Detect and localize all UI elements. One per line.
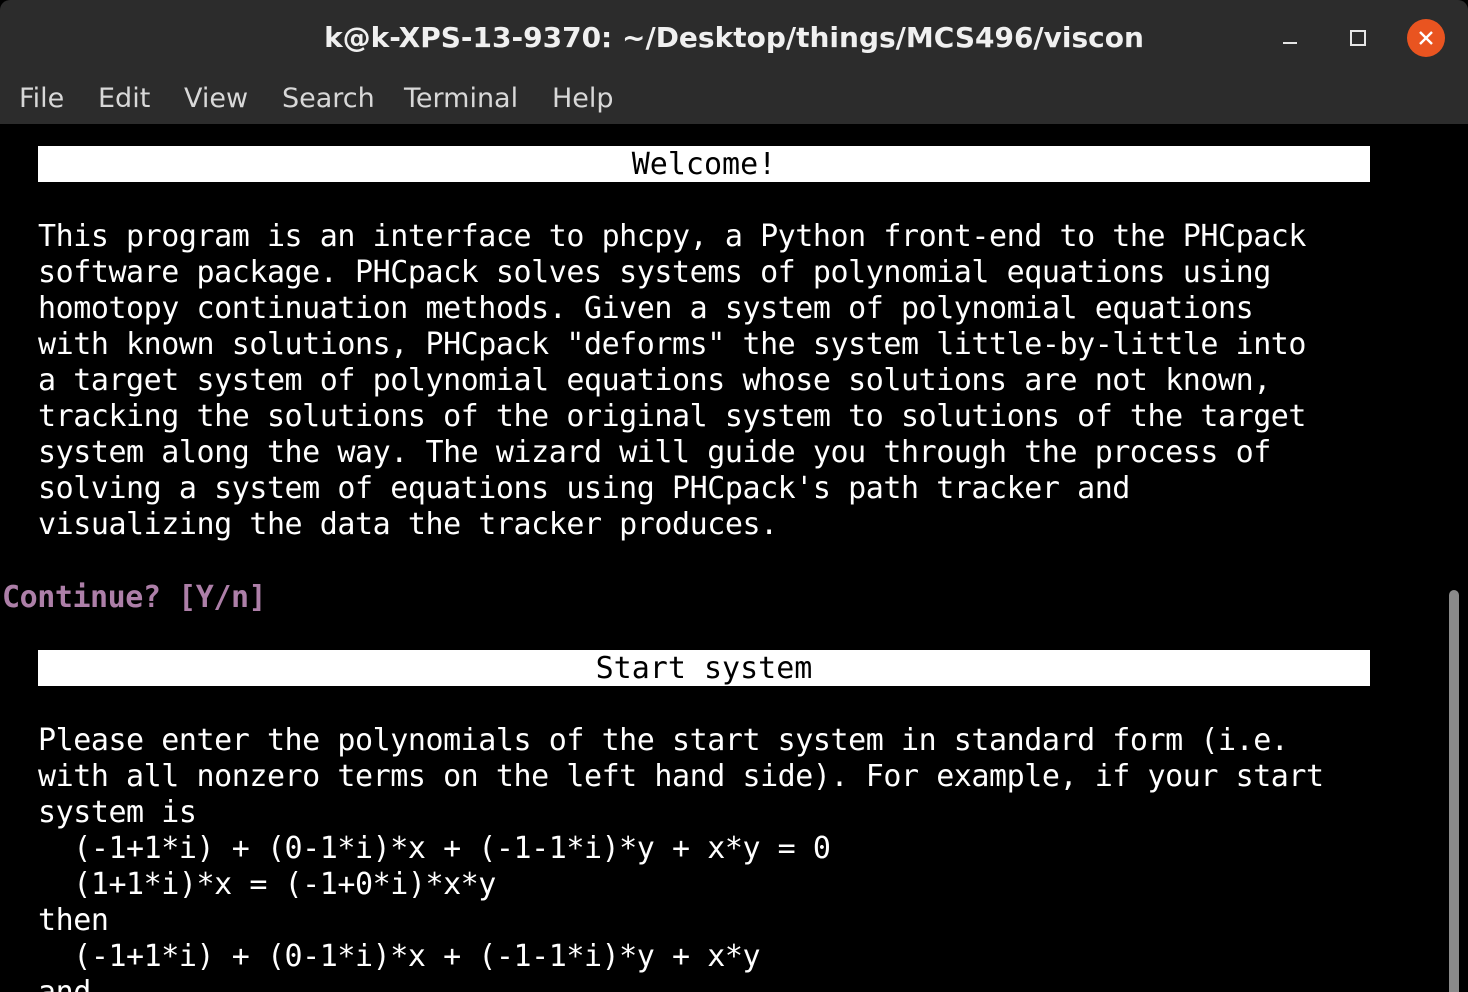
maximize-icon — [1350, 30, 1366, 46]
close-button[interactable] — [1407, 19, 1445, 57]
menu-terminal[interactable]: Terminal — [404, 83, 518, 114]
window-title: k@k-XPS-13-9370: ~/Desktop/things/MCS496… — [324, 21, 1144, 54]
menu-bar: File Edit View Search Terminal Help — [0, 76, 1468, 124]
menu-file[interactable]: File — [19, 83, 64, 114]
scrollbar-thumb[interactable] — [1449, 590, 1459, 992]
minimize-button[interactable] — [1271, 19, 1309, 57]
menu-help[interactable]: Help — [552, 83, 614, 114]
close-icon — [1419, 31, 1433, 45]
menu-view[interactable]: View — [184, 83, 248, 114]
start-system-text: Please enter the polynomials of the star… — [38, 723, 1324, 992]
menu-search[interactable]: Search — [282, 83, 375, 114]
terminal-area[interactable]: Welcome! This program is an interface to… — [0, 124, 1468, 992]
minimize-icon — [1283, 42, 1297, 44]
maximize-button[interactable] — [1339, 19, 1377, 57]
welcome-header: Welcome! — [38, 146, 1370, 182]
start-system-header: Start system — [38, 650, 1370, 686]
continue-prompt: Continue? [Y/n] — [2, 580, 267, 615]
title-bar[interactable]: k@k-XPS-13-9370: ~/Desktop/things/MCS496… — [0, 0, 1468, 76]
welcome-text: This program is an interface to phcpy, a… — [38, 219, 1307, 542]
menu-edit[interactable]: Edit — [98, 83, 150, 114]
